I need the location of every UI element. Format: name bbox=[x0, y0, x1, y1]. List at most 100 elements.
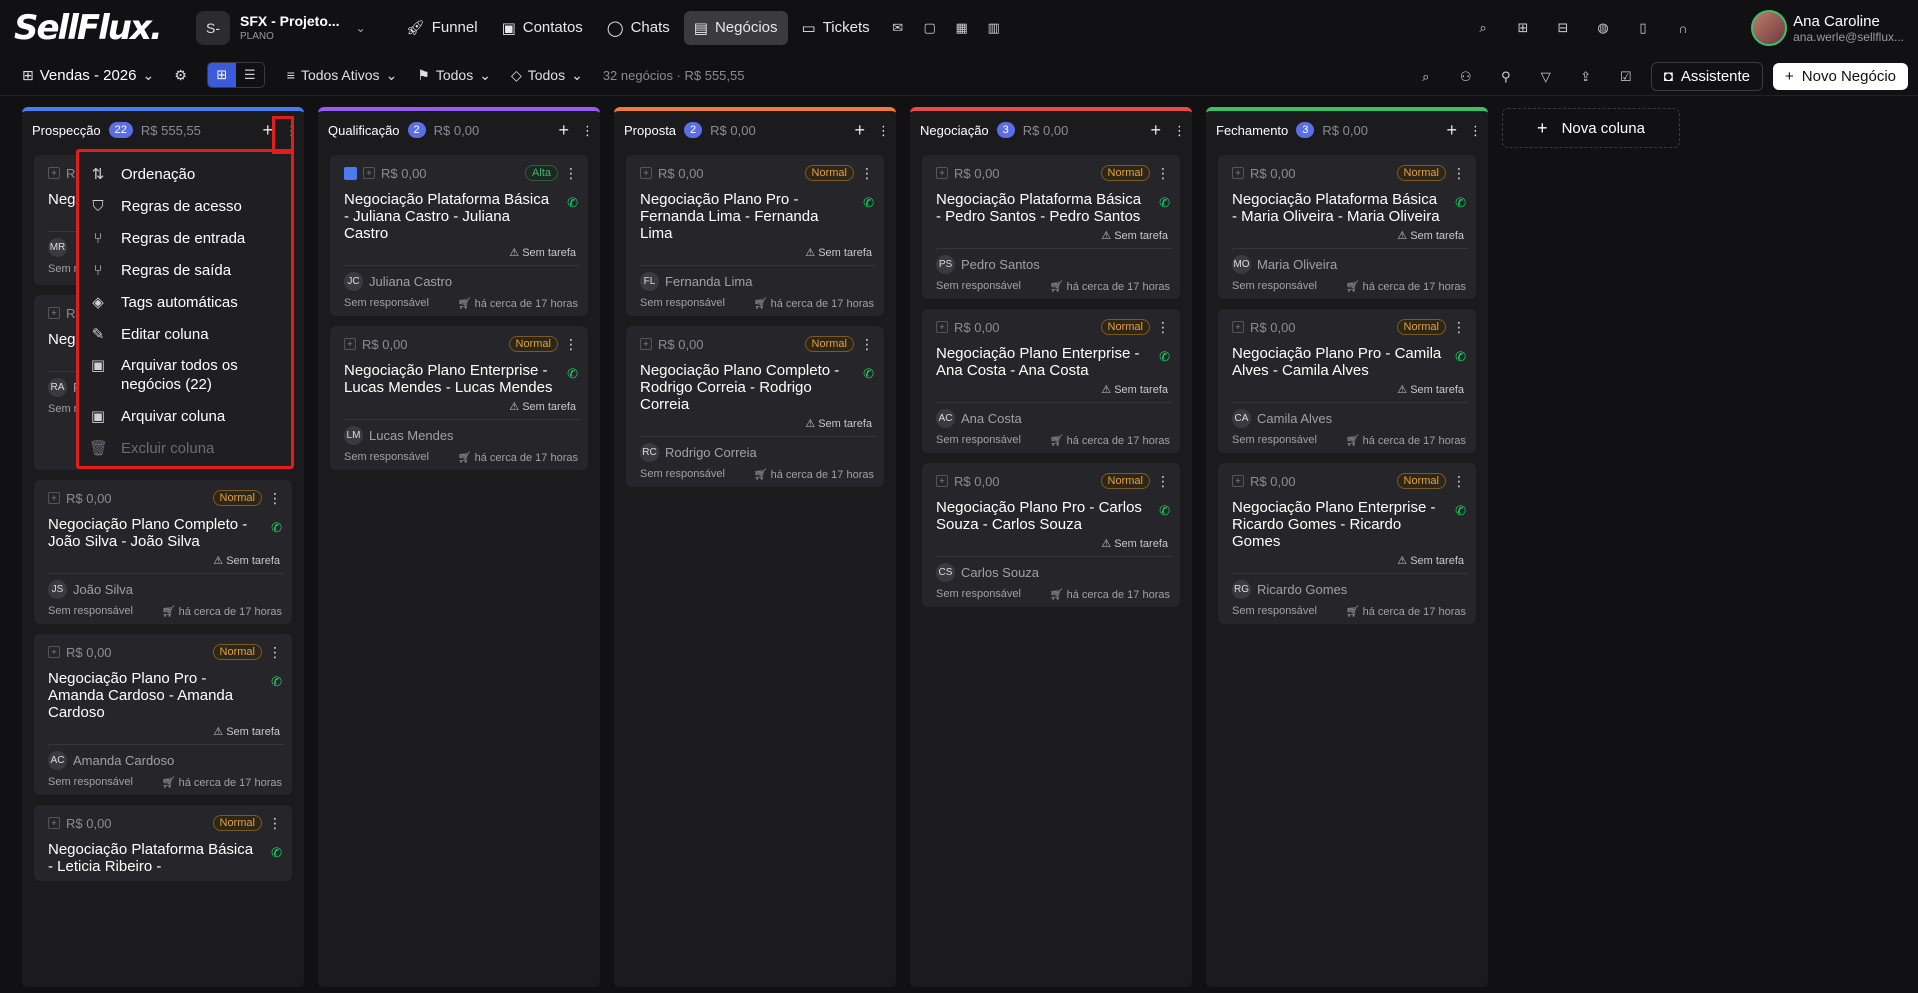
whatsapp-icon[interactable]: ✆ bbox=[863, 195, 874, 211]
user-icon[interactable]: ⚲ bbox=[1491, 63, 1521, 91]
app-logo[interactable]: SellFlux. bbox=[14, 8, 174, 48]
kanban-view-icon[interactable]: ⊞ bbox=[207, 63, 236, 87]
plus-icon[interactable]: + bbox=[854, 120, 865, 141]
kebab-icon[interactable]: ⋮ bbox=[877, 123, 890, 139]
kebab-icon[interactable]: ⋮ bbox=[1469, 123, 1482, 139]
tag-filter[interactable]: ◇ Todos ⌄ bbox=[511, 67, 583, 84]
new-deal-button[interactable]: + Novo Negócio bbox=[1773, 63, 1908, 90]
whatsapp-icon[interactable]: ✆ bbox=[863, 366, 874, 382]
deal-card[interactable]: + R$ 0,00 Normal ⋮ Negociação Plano Completo… bbox=[34, 480, 292, 624]
add-icon[interactable]: + bbox=[48, 817, 60, 829]
whatsapp-icon[interactable]: ✆ bbox=[271, 674, 282, 690]
kebab-icon[interactable]: ⋮ bbox=[1452, 165, 1466, 182]
deal-card[interactable]: + R$ 0,00 Normal ⋮ Negociação Plano Enterpri… bbox=[1218, 463, 1476, 624]
search-icon[interactable]: ⌕ bbox=[1468, 14, 1498, 42]
kebab-icon[interactable]: ⋮ bbox=[581, 123, 594, 139]
contact[interactable]: CS Carlos Souza bbox=[936, 563, 1172, 582]
add-icon[interactable]: + bbox=[48, 492, 60, 504]
kebab-icon[interactable]: ⋮ bbox=[268, 490, 282, 507]
contact[interactable]: CA Camila Alves bbox=[1232, 409, 1468, 428]
checklist-icon[interactable]: ☑ bbox=[1611, 63, 1641, 91]
settings-icon[interactable]: ⚙ bbox=[174, 67, 187, 84]
headset-icon[interactable]: ∩ bbox=[1668, 14, 1698, 42]
deal-card[interactable]: + R$ 0,00 Normal ⋮ Negociação Plataforma Bás… bbox=[922, 155, 1180, 299]
kebab-icon[interactable]: ⋮ bbox=[1452, 319, 1466, 336]
upload-icon[interactable]: ⇪ bbox=[1571, 63, 1601, 91]
user-menu[interactable]: Ana Caroline ana.werle@sellflux... bbox=[1751, 10, 1904, 46]
calendar-icon[interactable]: ▦ bbox=[948, 13, 976, 43]
kebab-icon[interactable]: ⋮ bbox=[564, 165, 578, 182]
contact[interactable]: AC Amanda Cardoso bbox=[48, 751, 284, 770]
help-icon[interactable]: ◍ bbox=[1588, 14, 1618, 42]
contact[interactable]: JS João Silva bbox=[48, 580, 284, 599]
add-icon[interactable]: + bbox=[363, 167, 375, 179]
whatsapp-icon[interactable]: ✆ bbox=[567, 366, 578, 382]
add-icon[interactable]: + bbox=[1232, 475, 1244, 487]
plus-icon[interactable]: + bbox=[1150, 120, 1161, 141]
assistant-button[interactable]: ◘ Assistente bbox=[1650, 62, 1764, 91]
column-menu-button-highlight[interactable] bbox=[272, 116, 294, 154]
users-icon[interactable]: ⚇ bbox=[1451, 63, 1481, 91]
kebab-icon[interactable]: ⋮ bbox=[268, 815, 282, 832]
nav-negocios[interactable]: ▤ Negócios bbox=[683, 10, 788, 45]
add-icon[interactable]: + bbox=[1232, 167, 1244, 179]
add-icon[interactable]: + bbox=[1232, 321, 1244, 333]
deal-card[interactable]: + R$ 0,00 Normal ⋮ Negociação Plano Pro - Fe… bbox=[626, 155, 884, 316]
deal-card[interactable]: + R$ 0,00 Normal ⋮ Negociação Plano Enterpri… bbox=[330, 326, 588, 470]
whatsapp-icon[interactable]: ✆ bbox=[271, 845, 282, 861]
deal-card[interactable]: + R$ 0,00 Normal ⋮ Negociação Plataforma Bás… bbox=[34, 805, 292, 881]
add-icon[interactable]: + bbox=[344, 338, 356, 350]
add-icon[interactable]: + bbox=[936, 167, 948, 179]
select-checkbox[interactable] bbox=[344, 166, 357, 180]
kebab-icon[interactable]: ⋮ bbox=[268, 644, 282, 661]
book-icon[interactable]: ▯ bbox=[1628, 14, 1658, 42]
deal-card[interactable]: + R$ 0,00 Normal ⋮ Negociação Plano Completo… bbox=[626, 326, 884, 487]
add-column-button[interactable]: + Nova coluna bbox=[1502, 108, 1680, 148]
menu-item-tags[interactable]: ◈ Tags automáticas bbox=[79, 286, 291, 318]
kebab-icon[interactable]: ⋮ bbox=[1156, 319, 1170, 336]
apps-icon[interactable]: ⊞ bbox=[1508, 14, 1538, 42]
kebab-icon[interactable]: ⋮ bbox=[1452, 473, 1466, 490]
contact[interactable]: AC Ana Costa bbox=[936, 409, 1172, 428]
whatsapp-icon[interactable]: ✆ bbox=[1455, 195, 1466, 211]
deal-card[interactable]: + R$ 0,00 Alta ⋮ Negociação Plataforma Básic… bbox=[330, 155, 588, 316]
nav-contatos[interactable]: ▣ Contatos bbox=[492, 11, 593, 45]
contact[interactable]: JC Juliana Castro bbox=[344, 272, 580, 291]
filter-icon[interactable]: ▽ bbox=[1531, 63, 1561, 91]
nav-tickets[interactable]: ▭ Tickets bbox=[792, 11, 880, 45]
kebab-icon[interactable]: ⋮ bbox=[860, 165, 874, 182]
nav-chats[interactable]: ◯ Chats bbox=[597, 11, 680, 45]
plus-icon[interactable]: + bbox=[558, 120, 569, 141]
contact[interactable]: PS Pedro Santos bbox=[936, 255, 1172, 274]
project-selector[interactable]: S- SFX - Projeto... PLANO ⌄ bbox=[196, 10, 366, 45]
deal-card[interactable]: + R$ 0,00 Normal ⋮ Negociação Plano Pro - Ca… bbox=[922, 463, 1180, 607]
add-icon[interactable]: + bbox=[48, 307, 60, 319]
deal-card[interactable]: + R$ 0,00 Normal ⋮ Negociação Plataforma Bás… bbox=[1218, 155, 1476, 299]
contact[interactable]: MO Maria Oliveira bbox=[1232, 255, 1468, 274]
add-icon[interactable]: + bbox=[936, 321, 948, 333]
whatsapp-icon[interactable]: ✆ bbox=[567, 195, 578, 211]
contact[interactable]: LM Lucas Mendes bbox=[344, 426, 580, 445]
plus-icon[interactable]: + bbox=[1446, 120, 1457, 141]
search-icon[interactable]: ⌕ bbox=[1411, 63, 1441, 91]
pipeline-selector[interactable]: ⊞ Vendas - 2026 ⌄ bbox=[22, 67, 154, 84]
whatsapp-icon[interactable]: ✆ bbox=[1455, 349, 1466, 365]
whatsapp-icon[interactable]: ✆ bbox=[1159, 349, 1170, 365]
add-icon[interactable]: + bbox=[640, 167, 652, 179]
add-icon[interactable]: + bbox=[936, 475, 948, 487]
flag-filter[interactable]: ⚑ Todos ⌄ bbox=[417, 67, 491, 84]
menu-item-shield[interactable]: ⛉ Regras de acesso bbox=[79, 190, 291, 222]
menu-item-pencil[interactable]: ✎ Editar coluna bbox=[79, 318, 291, 350]
message-icon[interactable]: ▢ bbox=[916, 13, 944, 43]
status-filter[interactable]: ≡ Todos Ativos ⌄ bbox=[287, 67, 398, 84]
menu-item-branch-out[interactable]: ⑂ Regras de saída bbox=[79, 254, 291, 286]
add-icon[interactable]: + bbox=[48, 646, 60, 658]
menu-item-archive[interactable]: ▣ Arquivar coluna bbox=[79, 400, 291, 432]
contact[interactable]: RG Ricardo Gomes bbox=[1232, 580, 1468, 599]
menu-item-archive[interactable]: ▣ Arquivar todos os negócios (22) bbox=[79, 350, 291, 400]
contact[interactable]: RC Rodrigo Correia bbox=[640, 443, 876, 462]
whatsapp-icon[interactable]: ✆ bbox=[1159, 195, 1170, 211]
menu-item-sort[interactable]: ⇅ Ordenação bbox=[79, 158, 291, 190]
nav-funnel[interactable]: 🚀︎ Funnel bbox=[396, 11, 488, 45]
kebab-icon[interactable]: ⋮ bbox=[1156, 473, 1170, 490]
